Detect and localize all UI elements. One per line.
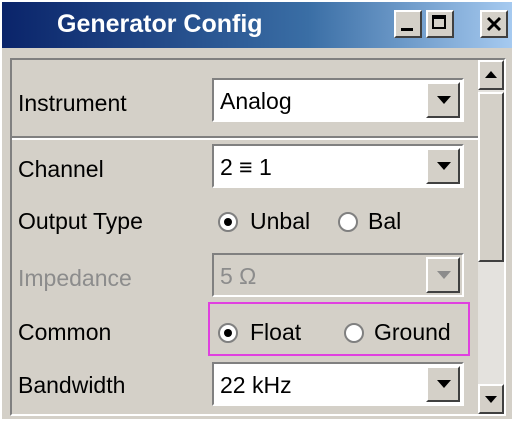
output-type-label: Output Type [18,208,143,234]
maximize-button[interactable] [426,10,454,38]
bandwidth-dropdown[interactable]: 22 kHz [212,362,464,406]
impedance-dropdown-button [426,257,460,293]
output-type-unbal-label[interactable]: Unbal [250,208,310,235]
channel-label: Channel [18,156,104,182]
common-float-radio[interactable] [218,323,238,343]
channel-value: 2 ≡ 1 [220,154,272,180]
radio-selected-dot [224,329,232,337]
impedance-label: Impedance [18,265,132,291]
minimize-button[interactable] [394,10,422,38]
instrument-value: Analog [220,88,292,114]
radio-selected-dot [224,218,232,226]
scroll-down-button[interactable] [478,384,504,414]
arrow-down-icon [485,396,497,403]
impedance-dropdown: 5 Ω [212,253,464,297]
output-type-bal-radio[interactable] [338,212,358,232]
chevron-down-icon [437,271,451,279]
section-divider [12,136,478,140]
chevron-down-icon [437,162,451,170]
chevron-down-icon [437,96,451,104]
instrument-dropdown[interactable]: Analog [212,78,464,122]
vertical-scrollbar[interactable] [478,60,504,414]
instrument-label: Instrument [18,90,127,116]
generator-config-window: Generator Config Instrument Analog Chann… [2,2,512,419]
instrument-dropdown-button[interactable] [426,82,460,118]
output-type-unbal-radio[interactable] [218,212,238,232]
bandwidth-label: Bandwidth [18,372,126,398]
output-type-bal-label[interactable]: Bal [368,208,401,235]
title-bar[interactable]: Generator Config [2,2,512,48]
close-icon [486,16,502,32]
chevron-down-icon [437,380,451,388]
common-float-label[interactable]: Float [250,319,301,346]
channel-dropdown[interactable]: 2 ≡ 1 [212,144,464,188]
channel-dropdown-button[interactable] [426,148,460,184]
bandwidth-value: 22 kHz [220,372,292,398]
minimize-icon [401,28,413,31]
arrow-up-icon [485,71,497,78]
maximize-icon [432,15,446,29]
scroll-up-button[interactable] [478,60,504,90]
bandwidth-dropdown-button[interactable] [426,366,460,402]
common-ground-radio[interactable] [344,323,364,343]
common-label: Common [18,319,112,345]
window-title: Generator Config [57,10,263,38]
scroll-thumb[interactable] [478,92,504,262]
impedance-value: 5 Ω [220,263,257,289]
config-panel: Instrument Analog Channel 2 ≡ 1 Output T… [10,58,506,416]
close-button[interactable] [480,10,508,38]
common-ground-label[interactable]: Ground [374,319,451,346]
